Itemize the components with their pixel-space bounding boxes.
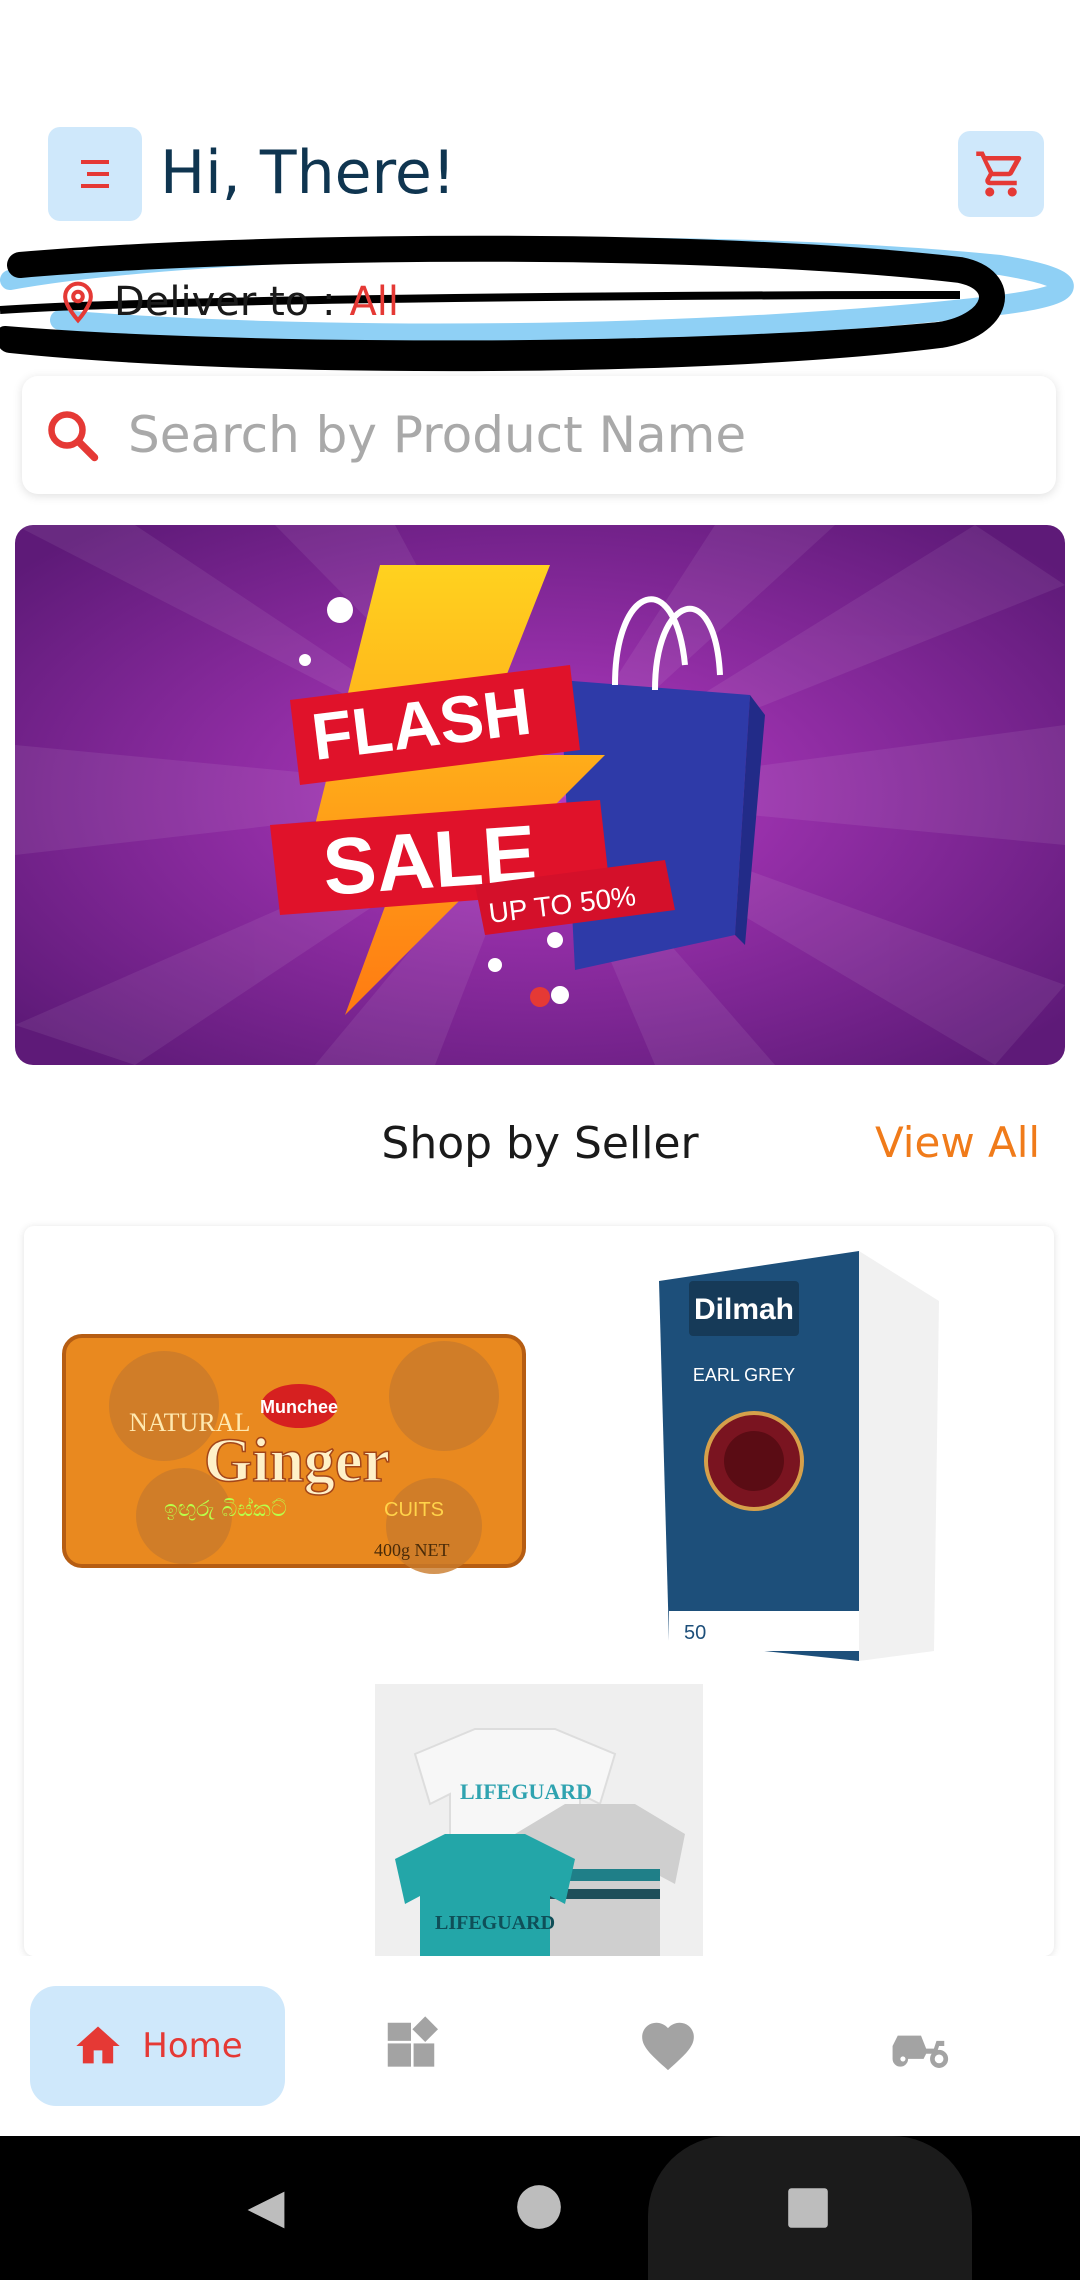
menu-button[interactable] xyxy=(48,127,142,221)
search-icon xyxy=(48,411,99,462)
nav-home-label: Home xyxy=(142,2026,243,2066)
banner-graphic: FLASH SALE UP TO 50% xyxy=(15,525,1065,1065)
deliver-to-value: All xyxy=(349,279,400,325)
product-title: EARL GREY xyxy=(693,1365,795,1385)
product-ginger-biscuits[interactable]: Munchee NATURAL Ginger ඉඟුරු බිස්කට් CUI… xyxy=(54,1316,534,1586)
tshirts-image: LIFEGUARD LIFEGUARD xyxy=(375,1684,703,1956)
product-print: LIFEGUARD xyxy=(460,1779,592,1804)
ginger-biscuit-image: Munchee NATURAL Ginger ඉඟුරු බිස්කට් CUI… xyxy=(62,1334,526,1574)
nav-favorites-tab[interactable] xyxy=(637,2015,699,2077)
greeting-title: Hi, There! xyxy=(160,138,456,208)
menu-icon xyxy=(81,160,109,188)
favorites-icon xyxy=(642,2022,694,2071)
product-suffix: CUITS xyxy=(384,1499,444,1521)
location-pin-icon xyxy=(63,281,93,324)
flash-sale-banner[interactable]: FLASH SALE UP TO 50% xyxy=(15,525,1065,1065)
back-icon[interactable] xyxy=(243,2185,289,2235)
dilmah-tea-image: Dilmah EARL GREY 50 xyxy=(659,1251,939,1661)
nav-categories-tab[interactable] xyxy=(380,2015,442,2077)
delivery-icon xyxy=(892,2035,949,2068)
product-weight: 400g NET xyxy=(374,1540,450,1560)
cart-button[interactable] xyxy=(958,131,1044,217)
product-print-2: LIFEGUARD xyxy=(435,1912,555,1934)
recents-icon[interactable] xyxy=(786,2186,830,2230)
search-bar[interactable] xyxy=(22,376,1056,494)
product-brand: Munchee xyxy=(260,1397,338,1417)
deliver-to-label: Deliver to : xyxy=(114,279,336,325)
product-kids-tshirts[interactable]: LIFEGUARD LIFEGUARD xyxy=(375,1684,703,1956)
carousel-dot[interactable] xyxy=(530,987,550,1007)
view-all-link[interactable]: View All xyxy=(875,1118,1040,1167)
product-count: 50 xyxy=(684,1622,706,1644)
product-sinhala: ඉඟුරු බිස්කට් xyxy=(164,1497,287,1522)
search-input[interactable] xyxy=(126,405,1010,465)
deliver-to-row[interactable]: Deliver to : All xyxy=(56,272,399,332)
product-title: Ginger xyxy=(204,1427,390,1495)
product-brand: Dilmah xyxy=(694,1293,794,1326)
categories-icon xyxy=(387,2016,438,2067)
nav-delivery-tab[interactable] xyxy=(890,2015,952,2077)
cart-icon xyxy=(976,151,1022,197)
product-dilmah-earl-grey[interactable]: Dilmah EARL GREY 50 xyxy=(649,1241,949,1681)
home-system-icon[interactable] xyxy=(516,2184,562,2230)
home-icon xyxy=(76,2026,120,2064)
seller-products-card: Munchee NATURAL Ginger ඉඟුරු බිස්කට් CUI… xyxy=(24,1226,1054,1956)
nav-home-tab[interactable]: Home xyxy=(30,1986,285,2106)
